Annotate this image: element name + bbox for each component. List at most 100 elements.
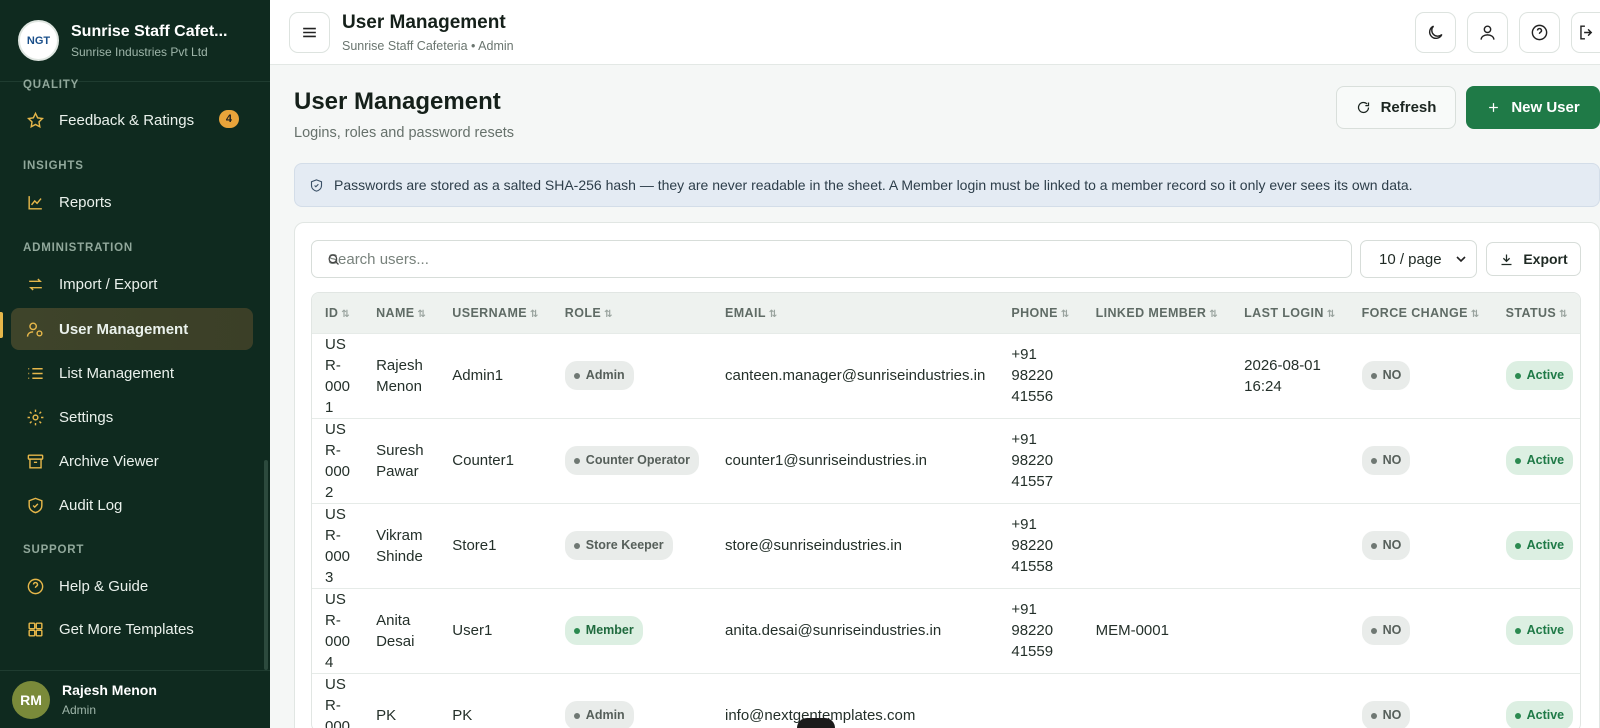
- cell-username: PK: [452, 707, 473, 724]
- col-email[interactable]: EMAIL ⇅: [712, 293, 998, 333]
- breadcrumb: Sunrise Staff Cafeteria • Admin: [342, 39, 514, 53]
- user-gear-icon: [25, 319, 45, 339]
- col-role[interactable]: ROLE ⇅: [552, 293, 712, 333]
- sidebar-item-reports[interactable]: Reports: [11, 181, 253, 223]
- new-user-label: New User: [1511, 99, 1580, 116]
- col-last-login[interactable]: LAST LOGIN ⇅: [1231, 293, 1348, 333]
- cell-linked-member: [1083, 503, 1232, 588]
- sidebar-item-user-management[interactable]: User Management: [11, 308, 253, 350]
- force-change-badge: NO: [1361, 701, 1411, 728]
- sort-icon: ⇅: [768, 308, 778, 320]
- cell-linked-member: MEM-0001: [1095, 622, 1169, 639]
- status-badge: Active: [1505, 361, 1574, 390]
- sidebar-item-get-more-templates[interactable]: Get More Templates: [11, 608, 253, 650]
- search-input[interactable]: Search users...: [311, 240, 1352, 278]
- sidebar-item-label: Settings: [59, 408, 114, 426]
- moon-icon: [1429, 25, 1443, 39]
- role-badge: Counter Operator: [564, 446, 699, 475]
- hamburger-icon: [303, 27, 316, 38]
- arrows-swap-icon: [25, 274, 45, 294]
- users-table: ID ⇅ NAME ⇅ USERNAME ⇅ ROLE ⇅ EMAIL ⇅ PHONE ⇅ …: [311, 292, 1581, 728]
- feedback-count-badge: 4: [218, 110, 239, 128]
- avatar: RM: [12, 680, 50, 719]
- sort-icon: ⇅: [341, 308, 351, 320]
- status-badge: Active: [1505, 531, 1574, 560]
- plus-icon: [1489, 103, 1499, 112]
- user-name: Rajesh Menon: [62, 682, 157, 698]
- cell-phone: +91 98220 41557: [1011, 431, 1054, 490]
- cell-role: Admin: [552, 673, 712, 728]
- cell-name: Suresh Pawar: [376, 441, 424, 480]
- col-linked-member[interactable]: LINKED MEMBER ⇅: [1083, 293, 1232, 333]
- sort-icon: ⇅: [1559, 308, 1568, 320]
- page-title: User Management: [342, 12, 506, 33]
- search-icon: [328, 254, 339, 265]
- cell-phone: +91 98220 41559: [1011, 601, 1054, 660]
- help-button[interactable]: [1519, 12, 1560, 53]
- cell-status: Active: [1493, 673, 1580, 728]
- role-badge: Admin: [564, 361, 634, 390]
- floating-scroll-button[interactable]: [797, 718, 835, 728]
- export-button[interactable]: Export: [1486, 242, 1581, 276]
- sort-icon: ⇅: [1209, 308, 1219, 320]
- page-size-select[interactable]: 10 / page: [1360, 240, 1477, 278]
- col-status[interactable]: STATUS ⇅: [1493, 293, 1580, 333]
- cell-id: USR- 0002: [325, 420, 351, 501]
- col-name[interactable]: NAME ⇅: [363, 293, 439, 333]
- cell-username: Admin1: [452, 367, 504, 384]
- cell-force-change: NO: [1349, 673, 1493, 728]
- col-username[interactable]: USERNAME ⇅: [439, 293, 552, 333]
- sidebar-scrollbar[interactable]: [264, 460, 268, 670]
- cell-status: Active: [1493, 503, 1580, 588]
- sidebar-item-import-export[interactable]: Import / Export: [11, 263, 253, 305]
- sort-icon: ⇅: [417, 308, 427, 320]
- chart-line-icon: [25, 192, 45, 212]
- sort-icon: ⇅: [530, 308, 539, 320]
- table-row[interactable]: USR- 0001 Rajesh Menon Admin1 Admin canteen.m…: [312, 333, 1580, 418]
- sidebar-item-audit-log[interactable]: Audit Log: [11, 484, 253, 526]
- user-role: Admin: [62, 703, 97, 717]
- col-id[interactable]: ID ⇅: [312, 293, 363, 333]
- cell-force-change: NO: [1349, 333, 1493, 418]
- logout-button[interactable]: [1571, 12, 1600, 53]
- cell-id: USR- 0004: [325, 590, 351, 671]
- cell-role: Admin: [552, 333, 712, 418]
- cell-status: Active: [1493, 333, 1580, 418]
- sort-icon: ⇅: [1326, 308, 1336, 320]
- col-force-change[interactable]: FORCE CHANGE ⇅: [1349, 293, 1493, 333]
- col-phone[interactable]: PHONE ⇅: [998, 293, 1082, 333]
- shield-check-icon: [25, 495, 45, 515]
- sidebar-item-list-management[interactable]: List Management: [11, 352, 253, 394]
- cell-name: Vikram Shinde: [376, 526, 423, 565]
- profile-button[interactable]: [1467, 12, 1508, 53]
- help-circle-icon: [25, 576, 45, 596]
- sidebar-item-label: Get More Templates: [59, 620, 194, 638]
- sidebar-item-feedback[interactable]: Feedback & Ratings 4: [11, 99, 253, 141]
- brand-header: NGT Sunrise Staff Cafet... Sunrise Indus…: [0, 0, 270, 82]
- table-row[interactable]: USR- 0004 Anita Desai User1 Member anita.desa…: [312, 588, 1580, 673]
- theme-toggle-button[interactable]: [1415, 12, 1456, 53]
- sidebar-item-label: Archive Viewer: [59, 452, 159, 470]
- table-row[interactable]: USR-0005 PK PK Admin info@nextgentemplates.c…: [312, 673, 1580, 728]
- table-row[interactable]: USR- 0003 Vikram Shinde Store1 Store Keeper s…: [312, 503, 1580, 588]
- active-indicator: [0, 312, 3, 338]
- cell-last-login: [1231, 503, 1348, 588]
- user-profile[interactable]: RM Rajesh Menon Admin: [0, 670, 270, 728]
- sidebar-item-label: List Management: [59, 364, 175, 382]
- cell-role: Counter Operator: [552, 418, 712, 503]
- status-badge: Active: [1505, 446, 1574, 475]
- sidebar-item-help-guide[interactable]: Help & Guide: [11, 565, 253, 607]
- cell-id: USR-0005: [325, 675, 351, 728]
- cell-role: Store Keeper: [552, 503, 712, 588]
- refresh-button[interactable]: Refresh: [1336, 86, 1456, 129]
- sidebar-item-label: Reports: [59, 193, 112, 211]
- table-row[interactable]: USR- 0002 Suresh Pawar Counter1 Counter Oper…: [312, 418, 1580, 503]
- menu-toggle-button[interactable]: [289, 12, 330, 53]
- sidebar-item-settings[interactable]: Settings: [11, 396, 253, 438]
- logout-icon: [1579, 25, 1592, 40]
- force-change-badge: NO: [1361, 446, 1411, 475]
- sidebar-item-archive-viewer[interactable]: Archive Viewer: [11, 440, 253, 482]
- main-title: User Management: [294, 88, 501, 115]
- cell-name: Rajesh Menon: [376, 356, 423, 395]
- new-user-button[interactable]: New User: [1466, 86, 1600, 129]
